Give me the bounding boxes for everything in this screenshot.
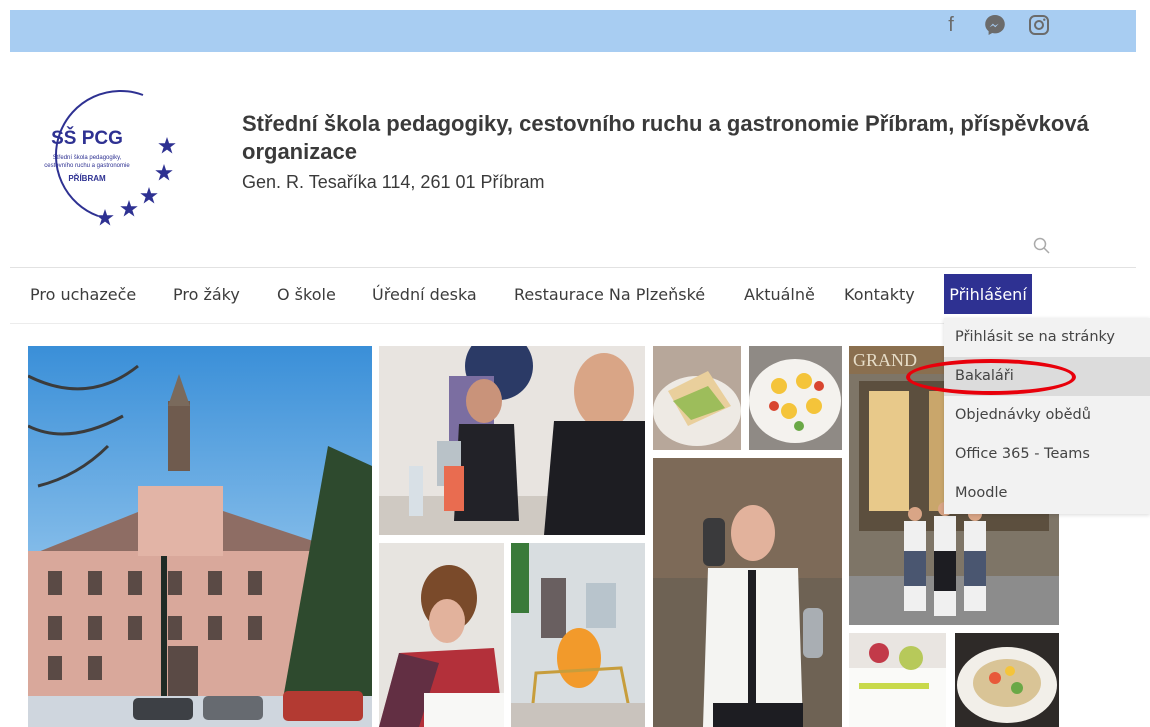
nav-divider-top (10, 267, 1136, 268)
photo-sandwich-plate (653, 346, 741, 450)
logo-city: PŘÍBRAM (68, 174, 106, 183)
photo-cocktail-drinks (511, 543, 645, 727)
facebook-icon[interactable]: f (938, 12, 964, 38)
menu-item-moodle[interactable]: Moodle (944, 474, 1150, 513)
instagram-icon[interactable] (1026, 12, 1052, 38)
nav-item-o-skole[interactable]: O škole (277, 285, 336, 304)
nav-item-pro-uchazece[interactable]: Pro uchazeče (30, 285, 136, 304)
highlight-annotation-ellipse (906, 359, 1076, 395)
photo-salad-plate (955, 633, 1059, 727)
grand-sign: GRAND (853, 350, 917, 370)
school-title: Střední škola pedagogiky, cestovního ruc… (242, 111, 1089, 164)
nav-item-restaurace[interactable]: Restaurace Na Plzeňské (514, 285, 705, 304)
nav-item-kontakty[interactable]: Kontakty (844, 285, 915, 304)
login-dropdown-menu: Přihlásit se na stránky Bakaláři Objedná… (944, 318, 1150, 514)
nav-item-pro-zaky[interactable]: Pro žáky (173, 285, 240, 304)
school-address: Gen. R. Tesaříka 114, 261 01 Příbram (242, 172, 545, 192)
star-icon (120, 200, 138, 217)
photo-school-building (28, 346, 372, 727)
photo-barista-competition (379, 346, 645, 535)
photo-bartender-shaker (653, 458, 842, 727)
logo-line-2: cestovního ruchu a gastronomie (44, 163, 130, 169)
star-icon (158, 137, 176, 154)
photo-table-setting (849, 633, 946, 727)
nav-item-uredni-deska[interactable]: Úřední deska (372, 285, 477, 304)
messenger-icon[interactable] (982, 12, 1008, 38)
logo-abbreviation: SŠ PCG (51, 127, 123, 149)
star-icon (140, 187, 158, 204)
social-top-bar (10, 10, 1136, 52)
star-icon (155, 164, 173, 181)
photo-student-writing (379, 543, 504, 727)
menu-item-login-site[interactable]: Přihlásit se na stránky (944, 318, 1150, 357)
logo-line-1: Střední škola pedagogiky, (53, 155, 122, 161)
nav-item-aktualne[interactable]: Aktuálně (744, 285, 815, 304)
search-icon[interactable] (1032, 236, 1052, 256)
nav-item-prihlaseni[interactable]: Přihlášení (944, 274, 1032, 314)
school-logo[interactable]: SŠ PCG Střední škola pedagogiky, cestovn… (28, 75, 193, 235)
menu-item-lunch-orders[interactable]: Objednávky obědů (944, 396, 1150, 435)
menu-item-office-365-teams[interactable]: Office 365 - Teams (944, 435, 1150, 474)
photo-egg-salad (749, 346, 842, 450)
star-icon (96, 209, 114, 226)
